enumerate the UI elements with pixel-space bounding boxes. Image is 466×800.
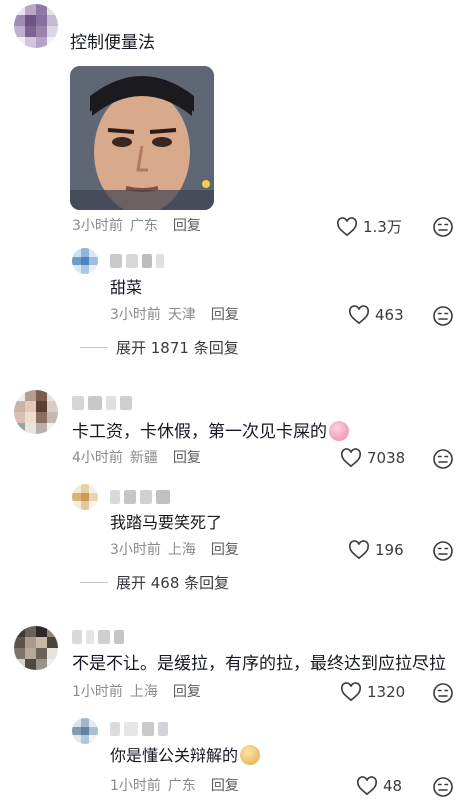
like-button[interactable]: 48 — [356, 776, 402, 796]
like-button[interactable]: 1320 — [340, 682, 405, 702]
reply-location: 广东 — [167, 778, 196, 794]
dislike-face-icon[interactable] — [432, 216, 454, 238]
reply-avatar[interactable] — [72, 248, 98, 274]
like-count: 1.3万 — [363, 218, 402, 236]
reply-meta: 1小时前 广东 回复 — [110, 776, 239, 796]
avatar[interactable] — [14, 626, 58, 670]
comment-time: 3小时前 — [72, 218, 123, 234]
meme-image[interactable] — [70, 66, 214, 210]
heart-outline-icon — [356, 776, 378, 796]
reply-username-blurred — [110, 722, 168, 736]
heart-outline-icon — [340, 682, 362, 702]
reply-text: 甜菜 — [110, 278, 143, 297]
like-button[interactable]: 1.3万 — [336, 216, 402, 237]
expand-replies-button[interactable]: 展开 1871 条回复 — [80, 337, 239, 358]
reply-button[interactable]: 回复 — [173, 448, 201, 468]
reply-text: 你是懂公关辩解的 — [110, 744, 261, 768]
reply-avatar[interactable] — [72, 484, 98, 510]
reply-meta: 3小时前 上海 回复 — [110, 540, 239, 560]
dislike-face-icon[interactable] — [432, 448, 454, 470]
heart-outline-icon — [340, 448, 362, 468]
emoji-icon — [329, 421, 349, 441]
reply-button[interactable]: 回复 — [173, 682, 201, 702]
like-button[interactable]: 463 — [348, 305, 404, 325]
reply-meta: 3小时前 天津 回复 — [110, 305, 239, 325]
comment-meta: 1小时前 上海 回复 — [72, 682, 201, 702]
username-blurred — [72, 396, 132, 410]
comment-time: 4小时前 — [72, 450, 123, 466]
like-button[interactable]: 7038 — [340, 448, 405, 468]
emoji-icon — [240, 745, 261, 765]
comment-text: 控制便量法 — [70, 33, 155, 53]
like-count: 196 — [375, 541, 404, 559]
reply-button[interactable]: 回复 — [173, 216, 201, 236]
username-blurred — [72, 630, 124, 644]
comment-location: 上海 — [129, 684, 158, 700]
like-count: 1320 — [367, 683, 406, 701]
reply-button[interactable]: 回复 — [211, 540, 239, 560]
heart-outline-icon — [348, 305, 370, 325]
dislike-face-icon[interactable] — [432, 540, 454, 562]
reply-button[interactable]: 回复 — [211, 776, 239, 796]
reply-time: 3小时前 — [110, 307, 161, 323]
like-count: 463 — [375, 306, 404, 324]
divider — [80, 582, 108, 583]
avatar[interactable] — [14, 4, 58, 48]
avatar[interactable] — [14, 390, 58, 434]
comment-text: 不是不让。是缓拉，有序的拉，最终达到应拉尽拉 — [72, 654, 446, 674]
reply-location: 上海 — [167, 542, 196, 558]
reply-text-content: 你是懂公关辩解的 — [110, 746, 239, 765]
expand-label: 展开 1871 条回复 — [116, 339, 239, 357]
comment-meta: 4小时前 新疆 回复 — [72, 448, 201, 468]
heart-outline-icon — [348, 540, 370, 560]
heart-outline-icon — [336, 216, 358, 236]
like-count: 48 — [383, 777, 403, 795]
reply-avatar[interactable] — [72, 718, 98, 744]
like-count: 7038 — [367, 449, 406, 467]
dislike-face-icon[interactable] — [432, 776, 454, 798]
reply-button[interactable]: 回复 — [211, 305, 239, 325]
comment-location: 广东 — [129, 218, 158, 234]
dislike-face-icon[interactable] — [432, 305, 454, 327]
reply-username-blurred — [110, 254, 164, 268]
reply-text: 我踏马要笑死了 — [110, 513, 223, 532]
like-button[interactable]: 196 — [348, 540, 404, 560]
comment-text: 卡工资，卡休假，第一次见卡屎的 — [72, 420, 349, 444]
dislike-face-icon[interactable] — [432, 682, 454, 704]
comment-time: 1小时前 — [72, 684, 123, 700]
reply-time: 3小时前 — [110, 542, 161, 558]
reply-location: 天津 — [167, 307, 196, 323]
reply-username-blurred — [110, 490, 170, 504]
divider — [80, 347, 108, 348]
reply-time: 1小时前 — [110, 778, 161, 794]
face-photo-icon — [70, 66, 214, 210]
comment-meta: 3小时前 广东 回复 — [72, 216, 201, 236]
comment-location: 新疆 — [129, 450, 158, 466]
expand-label: 展开 468 条回复 — [116, 574, 230, 592]
comment-text-content: 卡工资，卡休假，第一次见卡屎的 — [72, 422, 327, 442]
expand-replies-button[interactable]: 展开 468 条回复 — [80, 572, 229, 593]
